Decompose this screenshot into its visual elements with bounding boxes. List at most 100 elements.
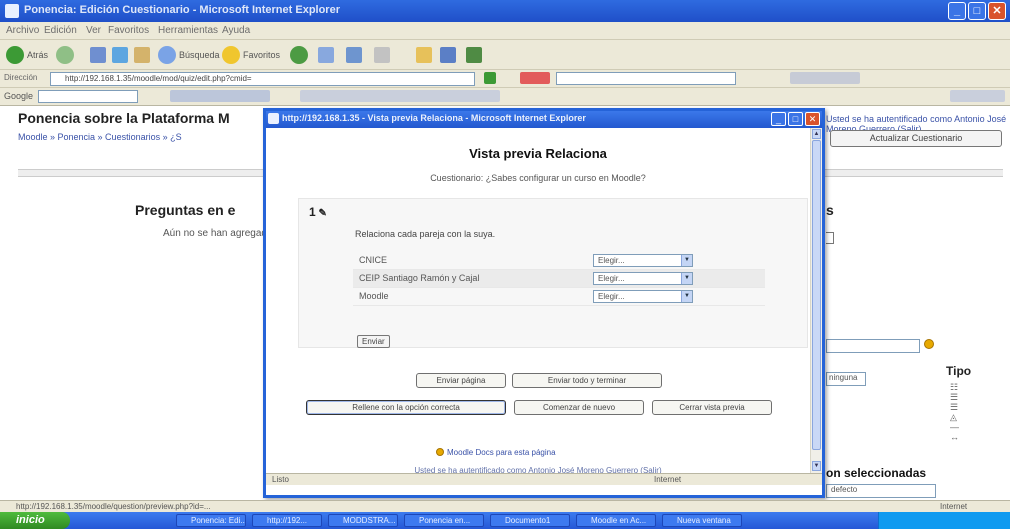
question-type-icon: — [950, 422, 959, 432]
taskbar-item[interactable]: http://192... [252, 514, 322, 527]
browser-title: Ponencia: Edición Cuestionario - Microso… [24, 4, 340, 16]
search-icon[interactable] [158, 46, 176, 64]
moodle-docs-text[interactable]: Moodle Docs para esta página [447, 448, 556, 457]
match-row: CNICE Elegir... ▼ [353, 252, 765, 270]
breadcrumb[interactable]: Moodle » Ponencia » Cuestionarios » ¿S [18, 132, 182, 142]
print-icon[interactable] [374, 47, 390, 63]
minimize-icon[interactable]: _ [771, 112, 786, 126]
category-select[interactable] [826, 232, 834, 244]
maximize-icon[interactable]: □ [968, 2, 986, 20]
google-settings-icon[interactable] [950, 90, 1005, 102]
forward-icon[interactable] [56, 46, 74, 64]
scrollbar-thumb[interactable] [812, 140, 821, 450]
messenger-icon[interactable] [440, 47, 456, 63]
popup-title-bar[interactable]: http://192.168.1.35 - Vista previa Relac… [266, 111, 822, 128]
pdf-icon[interactable] [520, 72, 550, 84]
popup-window-controls: _ □ ✕ [771, 112, 820, 126]
back-icon[interactable] [6, 46, 24, 64]
chevron-down-icon[interactable]: ▼ [681, 291, 692, 302]
menu-herramientas[interactable]: Herramientas [158, 25, 218, 36]
menu-favoritos[interactable]: Favoritos [108, 25, 149, 36]
history-icon[interactable] [318, 47, 334, 63]
home-icon[interactable] [134, 47, 150, 63]
create-question-select[interactable] [826, 339, 920, 353]
update-quiz-button[interactable]: Actualizar Cuestionario [830, 130, 1002, 147]
favorites-label[interactable]: Favoritos [243, 50, 280, 60]
submit-button-row: Enviar página Enviar todo y terminar [266, 373, 810, 390]
browser-title-bar[interactable]: Ponencia: Edición Cuestionario - Microso… [0, 0, 1010, 22]
mail-icon[interactable] [346, 47, 362, 63]
close-icon[interactable]: ✕ [988, 2, 1006, 20]
toolbar-extra-icon[interactable] [790, 72, 860, 84]
go-icon[interactable] [484, 72, 496, 84]
minimize-icon[interactable]: _ [948, 2, 966, 20]
match-select[interactable]: Elegir... ▼ [593, 272, 693, 285]
search-label[interactable]: Búsqueda [179, 50, 220, 60]
scroll-down-icon[interactable]: ▼ [812, 461, 821, 471]
menu-archivo[interactable]: Archivo [6, 25, 39, 36]
google-search-input[interactable] [38, 90, 138, 103]
chevron-down-icon[interactable]: ▼ [681, 273, 692, 284]
match-row: CEIP Santiago Ramón y Cajal Elegir... ▼ [353, 270, 765, 288]
media-icon[interactable] [290, 46, 308, 64]
windows-taskbar: inicio Ponencia: Edi... http://192... MO… [0, 512, 1010, 529]
popup-scrollbar[interactable]: ▲ ▼ [810, 128, 822, 473]
scroll-up-icon[interactable]: ▲ [812, 129, 821, 139]
match-select-value: Elegir... [598, 292, 625, 301]
close-icon[interactable]: ✕ [805, 112, 820, 126]
chevron-down-icon[interactable]: ▼ [681, 255, 692, 266]
question-type-icon: ↔ [950, 432, 959, 442]
back-label[interactable]: Atrás [27, 50, 48, 60]
question-type-icon: ◬ [950, 412, 957, 422]
menu-ver[interactable]: Ver [86, 25, 101, 36]
research-icon[interactable] [466, 47, 482, 63]
submit-page-button[interactable]: Enviar página [416, 373, 506, 388]
taskbar-item[interactable]: MODDSTRA... [328, 514, 398, 527]
match-table: CNICE Elegir... ▼ CEIP Santiago Ramón y C… [353, 252, 765, 306]
maximize-icon[interactable]: □ [788, 112, 803, 126]
default-select[interactable]: defecto [826, 484, 936, 498]
menu-ayuda[interactable]: Ayuda [222, 25, 250, 36]
address-input[interactable]: http://192.168.1.35/moodle/mod/quiz/edit… [50, 72, 475, 86]
google-features-icon[interactable] [300, 90, 500, 102]
window-controls: _ □ ✕ [948, 2, 1006, 20]
taskbar-item[interactable]: Moodle en Ac... [576, 514, 656, 527]
edit-icon[interactable]: ✎ [316, 208, 326, 219]
taskbar-item[interactable]: Nueva ventana [662, 514, 742, 527]
folder-icon[interactable] [416, 47, 432, 63]
close-preview-button[interactable]: Cerrar vista previa [652, 400, 772, 415]
taskbar-item[interactable]: Ponencia: Edi... [176, 514, 246, 527]
match-select-value: Elegir... [598, 274, 625, 283]
refresh-icon[interactable] [112, 47, 128, 63]
google-buttons-icon[interactable] [170, 90, 270, 102]
stop-icon[interactable] [90, 47, 106, 63]
popup-status-bar: Listo Internet [266, 473, 822, 485]
fill-correct-button[interactable]: Rellene con la opción correcta [306, 400, 506, 415]
match-select[interactable]: Elegir... ▼ [593, 290, 693, 303]
submit-question-button[interactable]: Enviar [357, 335, 390, 348]
no-questions-text: Aún no se han agregado [163, 228, 273, 239]
match-label: CEIP Santiago Ramón y Cajal [359, 273, 480, 283]
question-type-icon: ☰ [950, 402, 959, 412]
match-select[interactable]: Elegir... ▼ [593, 254, 693, 267]
start-again-button[interactable]: Comenzar de nuevo [514, 400, 644, 415]
preview-popup-window: http://192.168.1.35 - Vista previa Relac… [263, 108, 825, 498]
submit-all-button[interactable]: Enviar todo y terminar [512, 373, 662, 388]
start-button[interactable]: inicio [0, 512, 70, 529]
popup-status-text: Listo [272, 475, 289, 484]
sort-select[interactable]: ninguna [826, 372, 866, 386]
standard-toolbar: Atrás Búsqueda Favoritos [0, 40, 1010, 70]
help-icon[interactable] [924, 339, 934, 349]
system-tray[interactable] [878, 512, 1010, 529]
search-field[interactable] [556, 72, 736, 85]
google-label: Google [4, 91, 34, 101]
taskbar-item[interactable]: Ponencia en... [404, 514, 484, 527]
moodle-docs-link[interactable]: Moodle Docs para esta página [436, 448, 556, 457]
match-row: Moodle Elegir... ▼ [353, 288, 765, 306]
quiz-name: Cuestionario: ¿Sabes configurar un curso… [430, 173, 646, 183]
question-number-value: 1 [309, 205, 316, 219]
taskbar-item[interactable]: Documento1 [490, 514, 570, 527]
favorites-star-icon[interactable] [222, 46, 240, 64]
menu-edicion[interactable]: Edición [44, 25, 77, 36]
type-icons: ☷ ☰ ☰ ◬ — ↔ [950, 382, 959, 442]
